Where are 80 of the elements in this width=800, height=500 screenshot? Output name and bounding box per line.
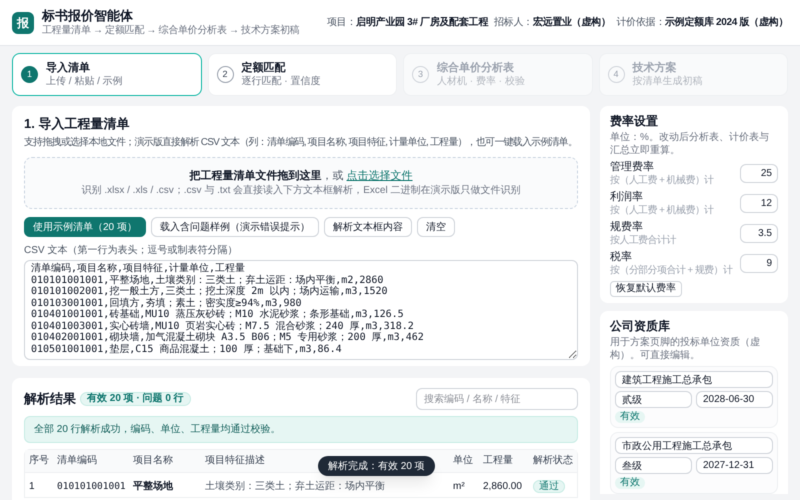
reset-button[interactable]: 恢复默认费率	[610, 281, 682, 297]
step-subtitle: 人材机 · 费率 · 校验	[437, 75, 525, 88]
rate-name: 利润率	[610, 190, 644, 204]
expiry-date-field[interactable]: 2027-12-31	[696, 457, 773, 474]
drop-zone-text: 把工程量清单文件拖到这里	[189, 169, 322, 183]
step-title: 导入清单	[46, 61, 91, 75]
step-tab[interactable]: 1 导入清单 上传 / 粘贴 / 示例	[12, 53, 202, 96]
step-tab[interactable]: 2 定额匹配 逐行匹配 · 置信度	[208, 53, 397, 96]
column-header: 清单编码	[57, 455, 97, 466]
rate-hint: 按（分部分项合计 + 规费）计	[610, 264, 732, 277]
rate-input[interactable]: 12	[740, 194, 778, 213]
drop-zone-or: ，或	[321, 169, 344, 183]
rate-name: 规费率	[610, 220, 644, 234]
primary-button[interactable]: 使用示例清单（20 项）	[24, 217, 146, 237]
drop-zone-hint: 识别 .xlsx / .xls / .csv；.csv 与 .txt 会直接读入下方文本框解析，Excel 二进制在演示版只做文件识别	[82, 184, 520, 197]
meta-value: 启明产业园 3# 厂房及配套工程	[356, 15, 488, 30]
step-number: 2	[216, 66, 234, 83]
table-cell: 平整场地	[133, 480, 173, 492]
meta-value: 示例定额库 2024 版（虚构）	[664, 15, 788, 30]
table-cell: 1	[29, 480, 35, 492]
column-header: 单位	[453, 455, 473, 466]
column-header: 项目特征描述	[205, 455, 265, 466]
rate-name: 税率	[610, 250, 633, 264]
meta-value: 宏远置业（虚构）	[532, 16, 610, 30]
section-description: 单位：%。改动后分析表、计价表与汇总立即重算。	[610, 131, 770, 157]
toast-message: 解析完成：有效 20 项	[318, 456, 435, 476]
secondary-button[interactable]: 解析文本框内容	[324, 217, 412, 237]
success-alert: 全部 20 行解析成功，编码、单位、工程量均通过校验。	[24, 416, 578, 443]
section-title: 费率设置	[610, 114, 659, 129]
meta-label: 计价依据：	[616, 16, 665, 30]
csv-text-area[interactable]: 清单编码,项目名称,项目特征,计量单位,工程量 010101001001,平整场地,土壤类别：三类土；弃土运距：场内平衡,m2,2860 010101002001,挖一般土方,三类土；挖土深度 2m 以内；场内运输,m3,1520 010103001001,回填方,夯填；素土；密实度≥94%,m3,980 010401001001,砖基础,MU10 蒸压灰砂砖；M10 水泥砂浆；条形基础,m3,126.5 010401003001,实心砖墙,MU10 页岩实心砖；M7.5 混合砂浆；240 厚,m3,318.2 010402001001,砌块墙,加气混凝土砌块 A3.5 B06；M5 专用砂浆；200 厚,m3,462 010501001001,垫层,C15 商品混凝土；100 厚；基础下,m3,86.4	[24, 260, 578, 360]
secondary-button[interactable]: 清空	[416, 217, 455, 237]
rate-name: 管理费率	[610, 160, 655, 174]
meta-label: 招标人：	[494, 16, 533, 30]
qualification-name-field[interactable]: 市政公用工程施工总承包	[615, 437, 773, 454]
choose-file-link[interactable]: 点击选择文件	[346, 169, 413, 183]
step-subtitle: 按清单生成初稿	[632, 75, 702, 88]
status-badge: 有效 20 项 · 问题 0 行	[80, 392, 191, 406]
step-subtitle: 上传 / 粘贴 / 示例	[46, 75, 123, 88]
rate-input[interactable]: 3.5	[740, 224, 778, 243]
table-cell: 土壤类别：三类土；弃土运距：场内平衡	[205, 480, 385, 492]
drop-zone[interactable]: 把工程量清单文件拖到这里，或 点击选择文件 识别 .xlsx / .xls / .csv；.csv 与 .txt 会直接读入下方文本框解析，Excel 二进制在演示版只做文件识别	[24, 157, 578, 209]
step-subtitle: 逐行匹配 · 置信度	[242, 75, 320, 88]
section-description: 支持拖拽或选择本地文件；演示版直接解析 CSV 文本（列：清单编码, 项目名称, 项目特征, 计量单位, 工程量），也可一键载入示例清单。	[24, 136, 578, 149]
status-badge: 通过	[533, 480, 565, 493]
section-title: 1. 导入工程量清单	[24, 116, 130, 132]
rate-input[interactable]: 9	[740, 254, 778, 273]
status-badge: 有效	[615, 477, 645, 489]
rate-hint: 按人工费合计计	[610, 234, 676, 247]
field-label: CSV 文本（第一行为表头；逗号或制表符分隔）	[24, 244, 238, 257]
column-header: 项目名称	[133, 455, 173, 466]
column-header: 序号	[29, 455, 49, 466]
status-badge: 有效	[615, 411, 645, 423]
logo-badge: 报	[12, 12, 34, 34]
step-number: 3	[412, 66, 429, 83]
meta-label: 项目：	[327, 17, 356, 30]
grade-field[interactable]: 叁级	[615, 457, 692, 474]
table-cell: 2,860.00	[483, 480, 522, 492]
rate-hint: 按（人工费 + 机械费）计	[610, 174, 714, 187]
table-cell: 010101001001	[57, 480, 126, 492]
step-number: 1	[21, 66, 38, 83]
qualification-name-field[interactable]: 建筑工程施工总承包	[615, 371, 773, 388]
secondary-button[interactable]: 载入含问题样例（演示错误提示）	[150, 217, 319, 237]
step-number: 4	[608, 66, 624, 83]
rate-hint: 按（人工费 + 机械费）计	[610, 204, 714, 217]
search-field[interactable]: 搜索编码 / 名称 / 特征	[416, 388, 578, 410]
section-title: 解析结果	[24, 390, 76, 408]
section-description: 用于方案页脚的投标单位资质（虚构）。可直接编辑。	[610, 336, 761, 362]
grade-field[interactable]: 贰级	[615, 391, 692, 408]
breadcrumb: 工程量清单 → 定额匹配 → 综合单价分析表 → 技术方案初稿	[42, 24, 300, 37]
app-title: 标书报价智能体	[42, 8, 134, 24]
step-title: 定额匹配	[242, 61, 286, 75]
step-title: 综合单价分析表	[437, 61, 515, 75]
expiry-date-field[interactable]: 2028-06-30	[696, 391, 773, 408]
step-title: 技术方案	[632, 61, 678, 75]
table-cell: m²	[453, 480, 465, 492]
section-title: 公司资质库	[610, 319, 671, 334]
column-header: 工程量	[483, 455, 513, 466]
rate-input[interactable]: 25	[740, 164, 778, 183]
column-header: 解析状态	[533, 455, 573, 466]
